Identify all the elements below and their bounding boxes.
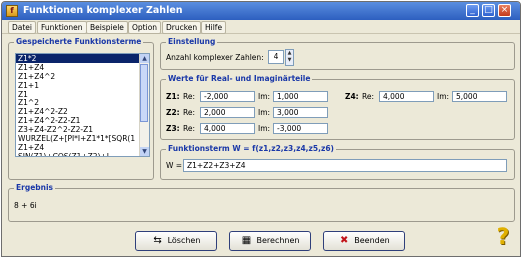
values-legend: Werte für Real- und Imaginärteile	[166, 74, 313, 83]
calculator-icon: ▦	[241, 234, 252, 246]
z1-im-label: Im:	[258, 92, 271, 101]
function-term-group: Funktionsterm W = f(z1,z2,z3,z4,z5,z6) W…	[160, 144, 515, 180]
z4-re-label: Re:	[362, 92, 375, 101]
list-item[interactable]: Z1*2	[16, 54, 149, 63]
z3-im-input[interactable]: -3,000	[273, 123, 328, 134]
scroll-thumb[interactable]	[140, 64, 148, 122]
count-spinner[interactable]: ▲ ▼	[285, 49, 294, 66]
z2-im-input[interactable]: 3,000	[273, 107, 328, 118]
z1-re-label: Re:	[183, 92, 196, 101]
z4-im-label: Im:	[437, 92, 450, 101]
app-icon: f	[6, 5, 18, 17]
z2-re-input[interactable]: 2,000	[200, 107, 255, 118]
scroll-down-icon[interactable]: ▼	[140, 147, 149, 156]
z4-im-input[interactable]: 5,000	[452, 91, 507, 102]
menu-drucken[interactable]: Drucken	[162, 21, 202, 34]
list-item[interactable]: Z1	[16, 90, 149, 99]
z1-label: Z1:	[166, 92, 180, 101]
z4-re-input[interactable]: 4,000	[379, 91, 434, 102]
quit-x-icon: ✖	[340, 234, 349, 246]
menu-beispiele[interactable]: Beispiele	[86, 21, 128, 34]
list-item[interactable]: Z1+Z4	[16, 63, 149, 72]
z4-label: Z4:	[345, 92, 359, 101]
function-term-legend: Funktionsterm W = f(z1,z2,z3,z4,z5,z6)	[166, 144, 336, 153]
list-item[interactable]: Z1^2	[16, 98, 149, 108]
stored-terms-list[interactable]: Z1*2 Z1+Z4 Z1+Z4^2 Z1+1 Z1 Z1^2 Z1+Z4^2-Z2 Z1+Z…	[15, 53, 150, 157]
scroll-up-icon[interactable]: ▲	[140, 54, 149, 63]
values-group: Werte für Real- und Imaginärteile Z1: Re…	[160, 74, 515, 140]
z1-im-input[interactable]: 1,000	[273, 91, 328, 102]
clear-icon: ⇆	[153, 234, 162, 246]
z3-label: Z3:	[166, 124, 180, 133]
z1-re-input[interactable]: -2,000	[200, 91, 255, 102]
list-item[interactable]: Z1+1	[16, 81, 149, 90]
list-item[interactable]: Z1+Z4	[16, 143, 149, 152]
count-label: Anzahl komplexer Zahlen:	[166, 53, 264, 62]
maximize-icon[interactable]: □	[482, 4, 495, 17]
close-icon[interactable]: ×	[498, 4, 511, 17]
result-value: 8 + 6i	[14, 201, 37, 210]
z2-label: Z2:	[166, 108, 180, 117]
window-title: Funktionen komplexer Zahlen	[23, 5, 183, 16]
terms-scrollbar[interactable]: ▲ ▼	[139, 54, 149, 156]
minimize-icon[interactable]: _	[466, 4, 479, 17]
z2-im-label: Im:	[258, 108, 271, 117]
w-label: W =	[166, 161, 183, 170]
list-item[interactable]: WURZEL(Z+[PI*I+Z1*1*[SQR(1	[16, 134, 149, 143]
z2-re-label: Re:	[183, 108, 196, 117]
count-input[interactable]: 4	[268, 50, 284, 64]
z3-re-label: Re:	[183, 124, 196, 133]
result-legend: Ergebnis	[14, 183, 56, 192]
calculate-label: Berechnen	[256, 236, 300, 245]
settings-legend: Einstellung	[166, 37, 218, 46]
quit-button[interactable]: ✖ Beenden	[323, 231, 405, 251]
stored-terms-legend: Gespeicherte Funktionsterme	[14, 37, 144, 46]
help-question-icon[interactable]: ?	[491, 225, 515, 251]
list-item[interactable]: Z1+Z4^2-Z2-Z1	[16, 116, 149, 125]
stored-terms-group: Gespeicherte Funktionsterme Z1*2 Z1+Z4 Z1+…	[8, 37, 154, 180]
z3-im-label: Im:	[258, 124, 271, 133]
title-bar[interactable]: f Funktionen komplexer Zahlen _ □ ×	[2, 2, 520, 20]
clear-label: Löschen	[167, 236, 201, 245]
z3-re-input[interactable]: 4,000	[200, 123, 255, 134]
list-item[interactable]: Z1+Z4^2-Z2	[16, 107, 149, 116]
menu-datei[interactable]: Datei	[8, 21, 37, 34]
menu-bar: Datei Funktionen Beispiele Option Drucke…	[2, 20, 520, 34]
function-term-input[interactable]: Z1+Z2+Z3+Z4	[183, 159, 507, 172]
spin-down-icon[interactable]: ▼	[286, 57, 293, 64]
result-group: Ergebnis 8 + 6i	[8, 183, 515, 222]
list-item[interactable]: SIN(Z1)+COS(Z1+Z2)+I	[16, 152, 149, 156]
main-window: f Funktionen komplexer Zahlen _ □ × Date…	[1, 1, 521, 257]
quit-label: Beenden	[354, 236, 390, 245]
list-item[interactable]: Z3+Z4-Z2^2-Z2-Z1	[16, 125, 149, 134]
menu-option[interactable]: Option	[128, 21, 162, 34]
spin-up-icon[interactable]: ▲	[286, 50, 293, 57]
calculate-button[interactable]: ▦ Berechnen	[229, 231, 311, 251]
menu-funktionen[interactable]: Funktionen	[37, 21, 87, 34]
list-item[interactable]: Z1+Z4^2	[16, 72, 149, 81]
clear-button[interactable]: ⇆ Löschen	[135, 231, 217, 251]
menu-hilfe[interactable]: Hilfe	[201, 21, 227, 34]
settings-group: Einstellung Anzahl komplexer Zahlen: 4 ▲…	[160, 37, 515, 70]
